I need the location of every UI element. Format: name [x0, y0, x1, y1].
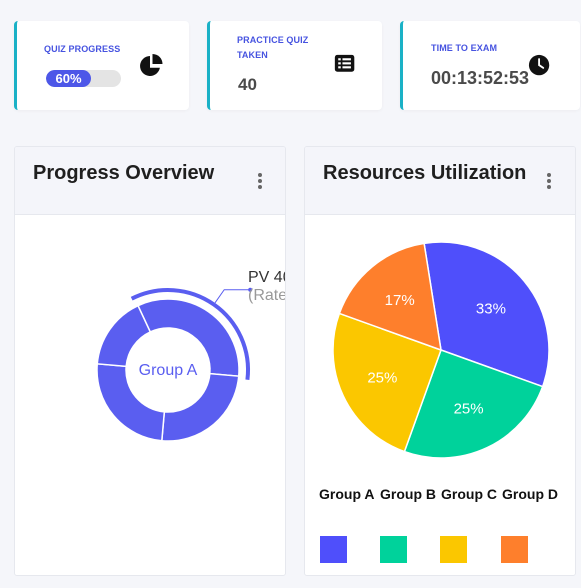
quiz-progress-bar: 60% [46, 70, 121, 87]
pie-label-group-a: 33% [476, 301, 506, 318]
quiz-progress-fill: 60% [46, 70, 91, 87]
donut-callout-line [214, 289, 251, 304]
legend-swatch-group-b [380, 536, 407, 563]
pie-label-group-d: 17% [385, 292, 415, 309]
time-to-exam-value: 00:13:52:53 [431, 68, 530, 88]
resources-title: Resources Utilization [323, 162, 527, 184]
practice-quiz-value: 40 [238, 75, 257, 94]
legend-label-group-a: Group A [319, 486, 375, 502]
resources-header: Resources Utilization [305, 147, 575, 215]
legend-swatch-group-a [320, 536, 347, 563]
legend-label-group-c: Group C [441, 486, 497, 502]
progress-donut-chart: Group A PV 400 (Rate 33 [96, 269, 286, 442]
pie-label-group-c: 25% [367, 370, 397, 387]
pie-chart-icon [140, 54, 163, 76]
time-to-exam-label: TIME TO EXAM [431, 43, 498, 53]
legend-label-group-b: Group B [380, 486, 436, 502]
practice-quiz-label-line2: TAKEN [237, 50, 268, 60]
progress-overview-title: Progress Overview [33, 162, 215, 184]
legend-label-group-d: Group D [502, 486, 558, 502]
clock-icon [528, 54, 550, 76]
kebab-menu-icon[interactable] [256, 173, 264, 189]
pie-label-group-b: 25% [454, 401, 484, 418]
progress-overview-panel: Progress Overview Group A PV 400 (Rate 3… [14, 146, 286, 576]
donut-segment-group-b[interactable] [160, 372, 240, 442]
time-to-exam-card: TIME TO EXAM 00:13:52:53 [400, 21, 580, 110]
practice-quiz-label-line1: PRACTICE QUIZ [237, 35, 309, 45]
donut-callout-rate: (Rate 33 [248, 287, 286, 304]
donut-segment-group-d[interactable] [96, 304, 152, 368]
list-icon [334, 54, 355, 72]
resources-pie-chart: 33% 25% 25% 17% [332, 241, 550, 459]
quiz-progress-card: QUIZ PROGRESS 60% [14, 21, 189, 110]
legend-swatch-group-c [440, 536, 467, 563]
kebab-menu-icon[interactable] [545, 173, 553, 189]
progress-overview-header: Progress Overview [15, 147, 285, 215]
donut-callout-value: PV 400 [248, 269, 286, 286]
quiz-progress-label: QUIZ PROGRESS [44, 44, 121, 54]
practice-quiz-card: PRACTICE QUIZ TAKEN 40 [207, 21, 382, 110]
resources-panel: Resources Utilization 33% 25% 25% 17% Group… [304, 146, 576, 576]
legend-swatch-group-d [501, 536, 528, 563]
donut-center-label: Group A [139, 362, 198, 379]
